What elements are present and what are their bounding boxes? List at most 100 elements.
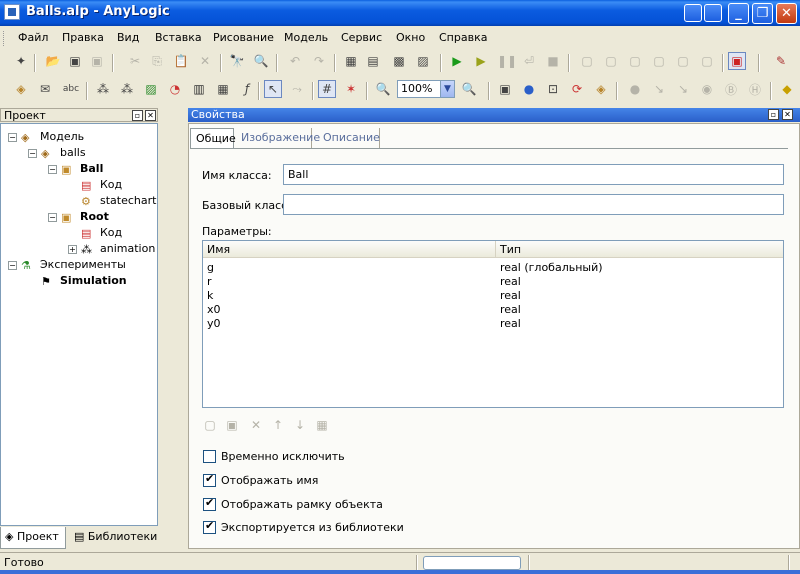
doc4-icon[interactable]: ▢ bbox=[650, 52, 668, 70]
app-icon[interactable] bbox=[4, 4, 20, 20]
export-icon[interactable]: ▩ bbox=[390, 52, 408, 70]
arrow-grey-icon[interactable]: ↘ bbox=[650, 80, 668, 98]
snap-icon[interactable]: ✶ bbox=[342, 80, 360, 98]
doc1-icon[interactable]: ▢ bbox=[578, 52, 596, 70]
build-icon[interactable]: ▦ bbox=[342, 52, 360, 70]
tree-expander[interactable]: − bbox=[28, 149, 37, 158]
close-button[interactable]: ✕ bbox=[776, 3, 797, 24]
active-object-icon[interactable]: ◈ bbox=[12, 80, 30, 98]
branch-icon[interactable]: ◈ bbox=[592, 80, 610, 98]
run-icon[interactable]: ▶ bbox=[448, 52, 466, 70]
move-up-icon[interactable]: ↑ bbox=[270, 417, 286, 433]
state-grey-icon[interactable]: ● bbox=[626, 80, 644, 98]
param-name[interactable]: k bbox=[207, 289, 213, 303]
tab-project[interactable]: ◈ Проект bbox=[0, 527, 66, 549]
menu-service[interactable]: Сервис bbox=[341, 31, 382, 44]
col-type-header[interactable]: Тип bbox=[496, 241, 783, 258]
doc3-icon[interactable]: ▢ bbox=[626, 52, 644, 70]
tree-item-statechart[interactable]: ⚙ statechart bbox=[81, 193, 156, 209]
param-name[interactable]: g bbox=[207, 261, 214, 275]
transition-icon[interactable]: ⟳ bbox=[568, 80, 586, 98]
tree-item-ball[interactable]: ▣ Ball bbox=[61, 161, 103, 177]
exclude-checkbox[interactable] bbox=[203, 450, 216, 463]
redo-icon[interactable]: ↷ bbox=[310, 52, 328, 70]
tab-image[interactable]: Изображение bbox=[236, 128, 320, 148]
show-frame-checkbox[interactable] bbox=[203, 496, 216, 511]
h-state-icon[interactable]: Ⓗ bbox=[746, 80, 764, 98]
stop-icon[interactable]: ■ bbox=[544, 52, 562, 70]
menu-view[interactable]: Вид bbox=[117, 31, 139, 44]
square-state-icon[interactable]: ▣ bbox=[496, 80, 514, 98]
show-name-checkbox[interactable] bbox=[203, 472, 216, 487]
tree-item-model[interactable]: ◈ Модель bbox=[21, 129, 84, 145]
doc6-icon[interactable]: ▢ bbox=[698, 52, 716, 70]
tab-description[interactable]: Описание bbox=[318, 128, 380, 148]
settings-icon[interactable]: ▨ bbox=[414, 52, 432, 70]
text-icon[interactable]: abc bbox=[60, 80, 82, 98]
find-icon[interactable]: 🔭 bbox=[228, 52, 246, 70]
cut-icon[interactable]: ✂ bbox=[126, 52, 144, 70]
minimize-button[interactable]: _ bbox=[728, 3, 749, 24]
properties-maximize-button[interactable]: ▫ bbox=[768, 109, 779, 120]
project-close-button[interactable]: ✕ bbox=[145, 110, 156, 121]
tree-expander[interactable]: − bbox=[8, 133, 17, 142]
param-type[interactable]: real bbox=[500, 289, 521, 303]
network2-icon[interactable]: ⁂ bbox=[118, 80, 136, 98]
run-fast-icon[interactable]: ▶ bbox=[472, 52, 490, 70]
select-cursor-icon[interactable]: ↖ bbox=[264, 80, 282, 98]
tab-general[interactable]: Общие bbox=[190, 128, 236, 148]
doc2-icon[interactable]: ▢ bbox=[602, 52, 620, 70]
tree-item-experiments[interactable]: ⚗ Эксперименты bbox=[21, 257, 126, 273]
param-name[interactable]: r bbox=[207, 275, 212, 289]
restore-inner-button[interactable] bbox=[704, 4, 722, 22]
maximize-inner-button[interactable] bbox=[684, 4, 702, 22]
menu-file[interactable]: Файл bbox=[18, 31, 48, 44]
tree-item-package[interactable]: ◈ balls bbox=[41, 145, 86, 161]
move-down-icon[interactable]: ↓ bbox=[292, 417, 308, 433]
tree-item-code[interactable]: ▤ Код bbox=[81, 177, 122, 193]
b-state-icon[interactable]: Ⓑ bbox=[722, 80, 740, 98]
paste-icon[interactable]: 📋 bbox=[172, 52, 190, 70]
zoom-out-icon[interactable]: 🔍 bbox=[374, 80, 392, 98]
base-class-input[interactable] bbox=[283, 194, 784, 215]
tree-expander[interactable]: − bbox=[48, 165, 57, 174]
pause-icon[interactable]: ❚❚ bbox=[497, 52, 517, 70]
delete-param-icon[interactable]: ✕ bbox=[248, 417, 264, 433]
menu-model[interactable]: Модель bbox=[284, 31, 328, 44]
export-library-checkbox[interactable] bbox=[203, 519, 216, 534]
param-type[interactable]: real bbox=[500, 275, 521, 289]
col-name-header[interactable]: Имя bbox=[203, 241, 496, 258]
copy-icon[interactable]: ⎘ bbox=[148, 52, 166, 70]
save-icon[interactable]: ▣ bbox=[66, 52, 84, 70]
tree-item-animation[interactable]: ⁂ animation bbox=[81, 241, 155, 257]
final-state-icon[interactable]: ◉ bbox=[698, 80, 716, 98]
add-param-icon[interactable]: ▢ bbox=[202, 417, 218, 433]
doc5-icon[interactable]: ▢ bbox=[674, 52, 692, 70]
network-icon[interactable]: ⁂ bbox=[94, 80, 112, 98]
param-type[interactable]: real (глобальный) bbox=[500, 261, 603, 275]
tree-item-code[interactable]: ▤ Код bbox=[81, 225, 122, 241]
menu-draw[interactable]: Рисование bbox=[213, 31, 274, 44]
menu-window[interactable]: Окно bbox=[396, 31, 425, 44]
param-type[interactable]: real bbox=[500, 303, 521, 317]
debug-icon[interactable]: ▣ bbox=[728, 52, 746, 70]
menu-edit[interactable]: Правка bbox=[62, 31, 104, 44]
undo-icon[interactable]: ↶ bbox=[286, 52, 304, 70]
note-icon[interactable]: ◆ bbox=[778, 80, 796, 98]
open-icon[interactable]: 📂 bbox=[44, 52, 62, 70]
tree-item-root[interactable]: ▣ Root bbox=[61, 209, 109, 225]
restore-button[interactable]: ❐ bbox=[752, 3, 773, 24]
save-all-icon[interactable]: ▣ bbox=[88, 52, 106, 70]
image-icon[interactable]: ▨ bbox=[142, 80, 160, 98]
param-name[interactable]: x0 bbox=[207, 303, 221, 317]
zoom-dropdown-icon[interactable]: ▼ bbox=[440, 81, 454, 97]
tree-item-simulation[interactable]: ⚑ Simulation bbox=[41, 273, 127, 289]
transition-grey-icon[interactable]: ↘ bbox=[674, 80, 692, 98]
tree-expander[interactable]: − bbox=[48, 213, 57, 222]
param-type[interactable]: real bbox=[500, 317, 521, 331]
connect-icon[interactable]: ⤳ bbox=[288, 80, 306, 98]
delete-icon[interactable]: ✕ bbox=[196, 52, 214, 70]
tree-expander[interactable]: − bbox=[8, 261, 17, 270]
build-all-icon[interactable]: ▤ bbox=[364, 52, 382, 70]
help-cursor-icon[interactable]: ✎ bbox=[772, 52, 790, 70]
